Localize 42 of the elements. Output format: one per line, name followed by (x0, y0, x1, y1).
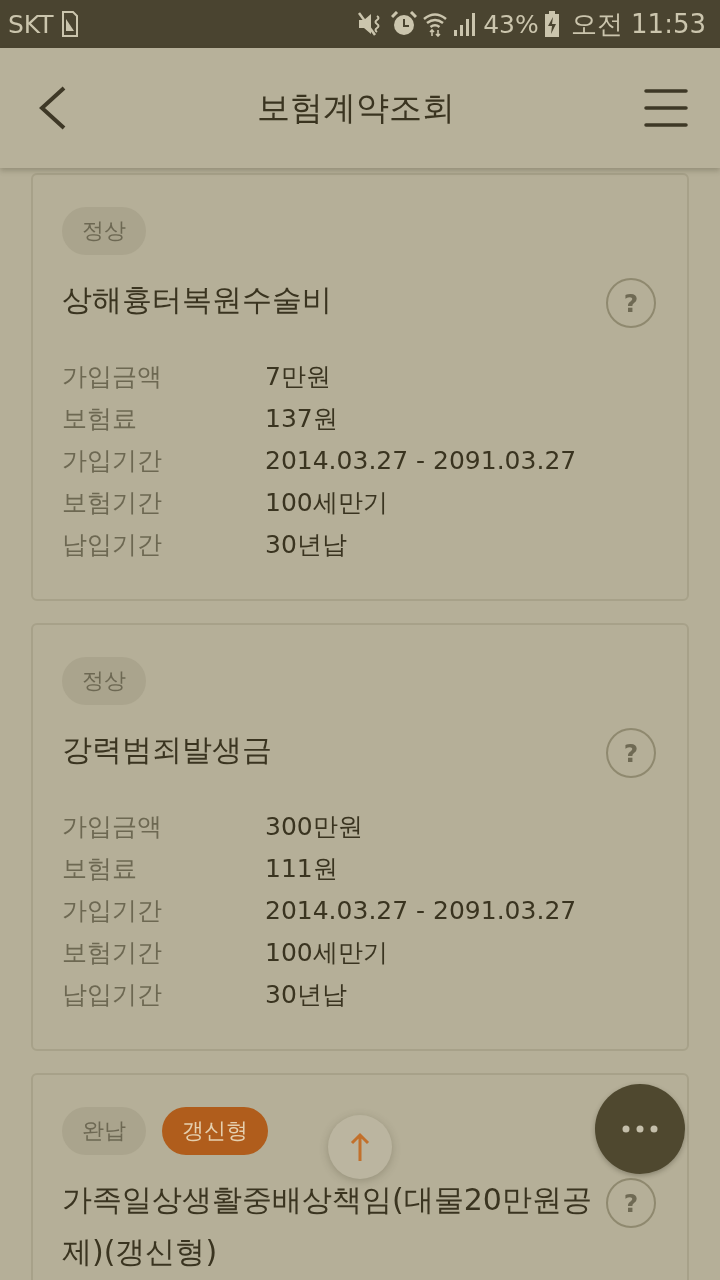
detail-value: 300만원 (265, 810, 363, 843)
detail-value: 137원 (265, 402, 338, 435)
detail-label: 가입기간 (62, 444, 163, 477)
detail-label: 납입기간 (62, 528, 163, 561)
detail-label: 가입금액 (62, 360, 163, 393)
detail-label: 보험기간 (62, 486, 163, 519)
alarm-clock-icon (391, 11, 418, 37)
up-arrow-icon (350, 1132, 370, 1162)
menu-button[interactable] (644, 88, 688, 128)
detail-value: 2014.03.27 - 2091.03.27 (265, 895, 577, 925)
detail-label: 가입금액 (62, 810, 163, 843)
help-button[interactable]: ? (606, 1178, 656, 1228)
detail-label: 보험료 (62, 852, 138, 885)
status-badge: 정상 (62, 657, 146, 705)
clock-time: 오전 11:53 (570, 7, 706, 41)
detail-value: 30년납 (265, 528, 347, 561)
detail-value: 7만원 (265, 360, 331, 393)
battery-charging-icon (544, 11, 559, 37)
detail-value: 2014.03.27 - 2091.03.27 (265, 445, 577, 475)
wifi-icon (423, 11, 448, 37)
status-badge: 정상 (62, 207, 146, 255)
page-title: 보험계약조회 (257, 86, 455, 129)
detail-label: 보험료 (62, 402, 138, 435)
detail-label: 납입기간 (62, 978, 163, 1011)
status-badge: 완납 (62, 1107, 146, 1155)
contract-name: 강력범죄발생금 (62, 731, 273, 769)
sim-card-icon (61, 11, 78, 37)
contract-name: 가족일상생활중배상책임(대물20만원공제)(갱신형) (62, 1181, 592, 1271)
detail-label: 가입기간 (62, 894, 163, 927)
contract-name: 상해흉터복원수술비 (62, 281, 333, 319)
status-badge: 갱신형 (162, 1107, 268, 1155)
detail-label: 보험기간 (62, 936, 163, 969)
detail-value: 111원 (265, 852, 338, 885)
help-button[interactable]: ? (606, 728, 656, 778)
detail-value: 100세만기 (265, 936, 388, 969)
more-dots-icon (622, 1125, 658, 1133)
carrier-label: SKT (8, 9, 54, 39)
signal-icon (453, 12, 478, 36)
help-button[interactable]: ? (606, 278, 656, 328)
battery-percent: 43% (483, 9, 539, 39)
detail-value: 100세만기 (265, 486, 388, 519)
detail-value: 30년납 (265, 978, 347, 1011)
